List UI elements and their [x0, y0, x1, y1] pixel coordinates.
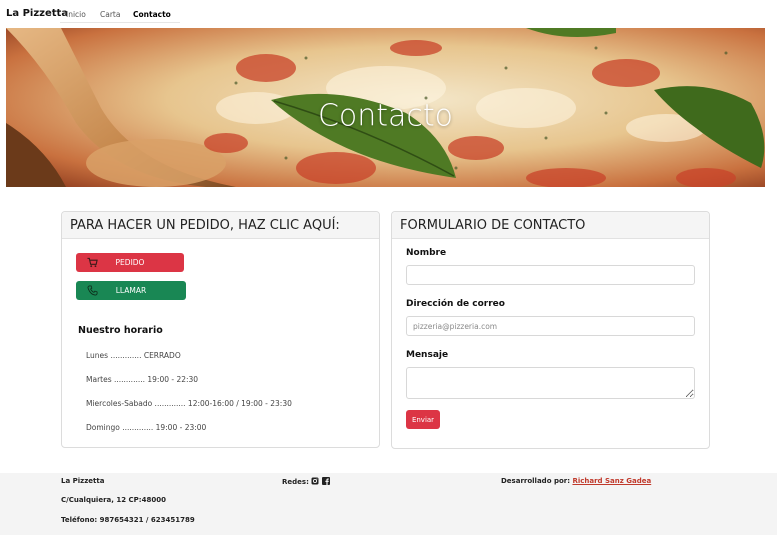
- name-label: Nombre: [406, 248, 447, 258]
- footer-credit: Desarrollado por: Richard Sanz Gadea: [501, 477, 651, 485]
- call-button-label: LLAMAR: [115, 286, 147, 295]
- schedule-title: Nuestro horario: [78, 325, 163, 336]
- brand-logo[interactable]: La Pizzetta: [6, 8, 68, 19]
- submit-button[interactable]: Enviar: [406, 410, 440, 429]
- nav-link-inicio[interactable]: Inicio: [66, 10, 86, 19]
- order-card: PARA HACER UN PEDIDO, HAZ CLIC AQUÍ: PED…: [61, 211, 380, 448]
- message-field[interactable]: [406, 367, 695, 399]
- order-card-header: PARA HACER UN PEDIDO, HAZ CLIC AQUÍ:: [62, 212, 379, 239]
- social-label: Redes:: [282, 478, 309, 486]
- footer-brand: La Pizzetta: [61, 477, 105, 485]
- name-field[interactable]: [406, 265, 695, 285]
- footer: La Pizzetta C/Cualquiera, 12 CP:48000 Te…: [0, 473, 777, 535]
- instagram-icon[interactable]: [311, 477, 319, 485]
- page-title: Contacto: [317, 98, 454, 134]
- hero-banner: Contacto: [6, 28, 765, 187]
- schedule-sunday: Domingo ............. 19:00 - 23:00: [86, 423, 207, 432]
- credit-label: Desarrollado por:: [501, 477, 571, 485]
- footer-phone: Teléfono: 987654321 / 623451789: [61, 516, 195, 524]
- facebook-icon[interactable]: [321, 477, 330, 485]
- call-button[interactable]: LLAMAR: [76, 281, 186, 300]
- message-label: Mensaje: [406, 350, 449, 360]
- email-field[interactable]: [406, 316, 695, 336]
- cart-icon: [87, 257, 98, 268]
- nav-link-carta[interactable]: Carta: [100, 10, 120, 19]
- author-link[interactable]: Richard Sanz Gadea: [572, 477, 651, 485]
- email-label: Dirección de correo: [406, 299, 505, 309]
- phone-icon: [87, 285, 98, 296]
- nav-link-contacto[interactable]: Contacto: [133, 10, 171, 19]
- contact-form-header: FORMULARIO DE CONTACTO: [392, 212, 709, 239]
- nav-divider: [60, 22, 180, 23]
- contact-form-card: FORMULARIO DE CONTACTO Nombre Dirección …: [391, 211, 710, 449]
- schedule-wed-sat: Miercoles-Sabado ............. 12:00-16:…: [86, 399, 292, 408]
- schedule-tuesday: Martes ............. 19:00 - 22:30: [86, 375, 199, 384]
- schedule-monday: Lunes ............. CERRADO: [86, 351, 181, 360]
- order-button-label: PEDIDO: [115, 258, 145, 267]
- footer-address: C/Cualquiera, 12 CP:48000: [61, 496, 166, 504]
- order-button[interactable]: PEDIDO: [76, 253, 184, 272]
- footer-social: Redes:: [282, 477, 330, 486]
- navbar: La Pizzetta Inicio Carta Contacto: [0, 0, 777, 28]
